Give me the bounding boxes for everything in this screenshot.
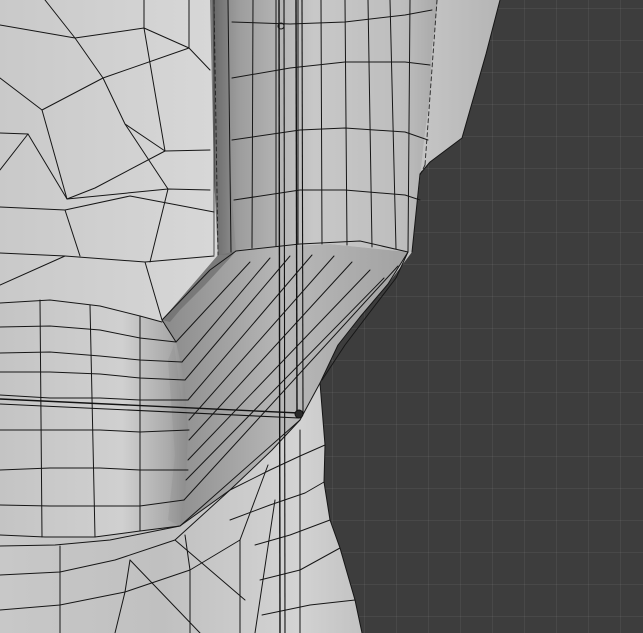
mesh-model[interactable]: [0, 0, 501, 633]
armature-bone-vertical-right: [295, 0, 298, 415]
armature-bone-vertical-left: [278, 0, 281, 633]
mesh-arm-right: [212, 0, 438, 255]
armature-joint[interactable]: [294, 409, 304, 419]
3d-viewport[interactable]: [0, 0, 643, 633]
viewport-scene[interactable]: [0, 0, 643, 633]
